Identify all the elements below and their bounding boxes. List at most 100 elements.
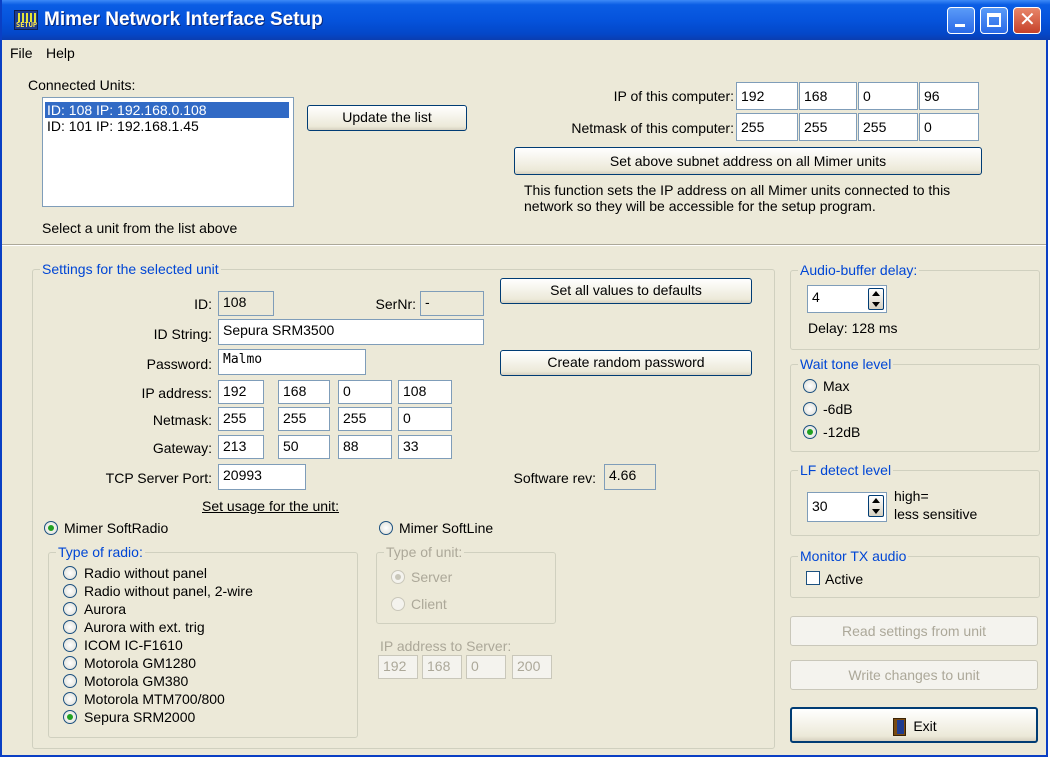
lf-detect-value: 30 — [812, 498, 828, 514]
radio-type-label[interactable]: Motorola GM1280 — [84, 655, 196, 671]
computer-ip-octet-2[interactable]: 168 — [799, 82, 857, 110]
computer-ip-octet-3[interactable]: 0 — [858, 82, 918, 110]
wait-tone-12db-radio[interactable] — [803, 425, 817, 439]
radio-type-option[interactable] — [63, 584, 77, 598]
unit-netmask-octet-2[interactable]: 255 — [278, 407, 330, 431]
gateway-octet-1[interactable]: 213 — [218, 435, 264, 459]
monitor-active-checkbox[interactable] — [806, 571, 820, 585]
menu-help[interactable]: Help — [46, 45, 75, 61]
radio-type-option[interactable] — [63, 602, 77, 616]
spinner-arrows-icon[interactable] — [868, 288, 884, 310]
tcp-port-label: TCP Server Port: — [105, 470, 212, 486]
set-defaults-button[interactable]: Set all values to defaults — [500, 278, 752, 304]
radio-type-option[interactable] — [63, 674, 77, 688]
app-icon: SETUP — [14, 10, 38, 30]
gateway-octet-2[interactable]: 50 — [278, 435, 330, 459]
server-ip-octet-2[interactable]: 168 — [422, 655, 462, 679]
unit-ip-octet-1[interactable]: 192 — [218, 380, 264, 404]
computer-netmask-octet-4[interactable]: 0 — [919, 113, 979, 141]
softline-radio[interactable] — [379, 521, 393, 535]
server-ip-octet-1[interactable]: 192 — [378, 655, 418, 679]
wait-tone-6db-radio[interactable] — [803, 402, 817, 416]
softline-label[interactable]: Mimer SoftLine — [399, 520, 493, 536]
connected-units-list[interactable]: ID: 108 IP: 192.168.0.108 ID: 101 IP: 19… — [42, 97, 294, 207]
unit-ip-octet-4[interactable]: 108 — [398, 380, 452, 404]
title-bar[interactable]: SETUP Mimer Network Interface Setup ✕ — [2, 0, 1050, 40]
password-field[interactable]: Malmo — [218, 349, 366, 375]
unit-ip-octet-3[interactable]: 0 — [338, 380, 392, 404]
radio-type-label[interactable]: Radio without panel — [84, 565, 207, 581]
ip-of-computer-label: IP of this computer: — [613, 88, 734, 104]
menu-file[interactable]: File — [10, 45, 33, 61]
delay-text: Delay: 128 ms — [808, 320, 898, 336]
unit-netmask-octet-3[interactable]: 255 — [338, 407, 392, 431]
radio-type-option[interactable] — [63, 692, 77, 706]
server-ip-octet-4[interactable]: 200 — [512, 655, 552, 679]
server-label[interactable]: Server — [411, 569, 452, 585]
computer-netmask-octet-2[interactable]: 255 — [799, 113, 857, 141]
read-settings-button[interactable]: Read settings from unit — [790, 616, 1038, 646]
menu-bar: File Help — [2, 40, 1046, 66]
radio-type-label[interactable]: Motorola GM380 — [84, 673, 188, 689]
lf-detect-hint-1: high= — [894, 488, 929, 504]
audio-buffer-value: 4 — [812, 289, 820, 305]
monitor-active-label[interactable]: Active — [825, 571, 863, 587]
radio-type-option[interactable] — [63, 566, 77, 580]
audio-buffer-spinner[interactable]: 4 — [807, 285, 887, 313]
radio-type-option[interactable] — [63, 710, 77, 724]
id-string-field[interactable]: Sepura SRM3500 — [218, 319, 484, 345]
computer-ip-octet-4[interactable]: 96 — [919, 82, 979, 110]
client-radio[interactable] — [391, 597, 405, 611]
radio-type-label[interactable]: Sepura SRM2000 — [84, 709, 195, 725]
softradio-radio[interactable] — [44, 521, 58, 535]
computer-netmask-octet-3[interactable]: 255 — [858, 113, 918, 141]
unit-settings-title: Settings for the selected unit — [40, 261, 221, 277]
softradio-label[interactable]: Mimer SoftRadio — [64, 520, 168, 536]
unit-netmask-octet-4[interactable]: 0 — [398, 407, 452, 431]
radio-type-option[interactable] — [63, 656, 77, 670]
radio-type-label[interactable]: Aurora — [84, 601, 126, 617]
wait-tone-max-radio[interactable] — [803, 379, 817, 393]
random-password-button[interactable]: Create random password — [500, 350, 752, 376]
list-item[interactable]: ID: 108 IP: 192.168.0.108 — [45, 102, 289, 118]
write-changes-button[interactable]: Write changes to unit — [790, 660, 1038, 690]
lf-detect-title: LF detect level — [798, 462, 894, 478]
update-list-button[interactable]: Update the list — [307, 105, 467, 131]
wait-tone-max-label[interactable]: Max — [823, 378, 849, 394]
gateway-label: Gateway: — [152, 440, 212, 456]
spinner-arrows-icon[interactable] — [868, 495, 884, 517]
audio-buffer-title: Audio-buffer delay: — [798, 262, 920, 278]
wait-tone-12db-label[interactable]: -12dB — [823, 424, 860, 440]
software-rev-value: 4.66 — [604, 464, 656, 490]
unit-type-title: Type of unit: — [384, 544, 465, 560]
gateway-octet-4[interactable]: 33 — [398, 435, 452, 459]
client-label[interactable]: Client — [411, 596, 447, 612]
select-unit-hint: Select a unit from the list above — [42, 220, 238, 236]
section-divider — [2, 244, 1046, 246]
radio-type-label[interactable]: ICOM IC-F1610 — [84, 637, 183, 653]
radio-type-label[interactable]: Radio without panel, 2-wire — [84, 583, 253, 599]
unit-ip-octet-2[interactable]: 168 — [278, 380, 330, 404]
connected-units-label: Connected Units: — [28, 77, 136, 93]
lf-detect-spinner[interactable]: 30 — [807, 492, 887, 522]
set-subnet-button[interactable]: Set above subnet address on all Mimer un… — [514, 147, 982, 175]
radio-type-label[interactable]: Motorola MTM700/800 — [84, 691, 225, 707]
minimize-button[interactable] — [947, 7, 975, 34]
exit-button[interactable]: Exit — [790, 707, 1038, 743]
maximize-button[interactable] — [980, 7, 1008, 34]
radio-type-label[interactable]: Aurora with ext. trig — [84, 619, 205, 635]
server-ip-octet-3[interactable]: 0 — [466, 655, 506, 679]
exit-label: Exit — [913, 718, 937, 734]
radio-type-option[interactable] — [63, 638, 77, 652]
list-item[interactable]: ID: 101 IP: 192.168.1.45 — [45, 118, 289, 134]
gateway-octet-3[interactable]: 88 — [338, 435, 392, 459]
radio-type-option[interactable] — [63, 620, 77, 634]
server-radio[interactable] — [391, 570, 405, 584]
computer-netmask-octet-1[interactable]: 255 — [736, 113, 798, 141]
tcp-port-field[interactable]: 20993 — [218, 464, 306, 490]
unit-netmask-octet-1[interactable]: 255 — [218, 407, 264, 431]
wait-tone-6db-label[interactable]: -6dB — [823, 401, 853, 417]
close-button[interactable]: ✕ — [1013, 7, 1041, 34]
id-value: 108 — [218, 291, 274, 316]
computer-ip-octet-1[interactable]: 192 — [736, 82, 798, 110]
